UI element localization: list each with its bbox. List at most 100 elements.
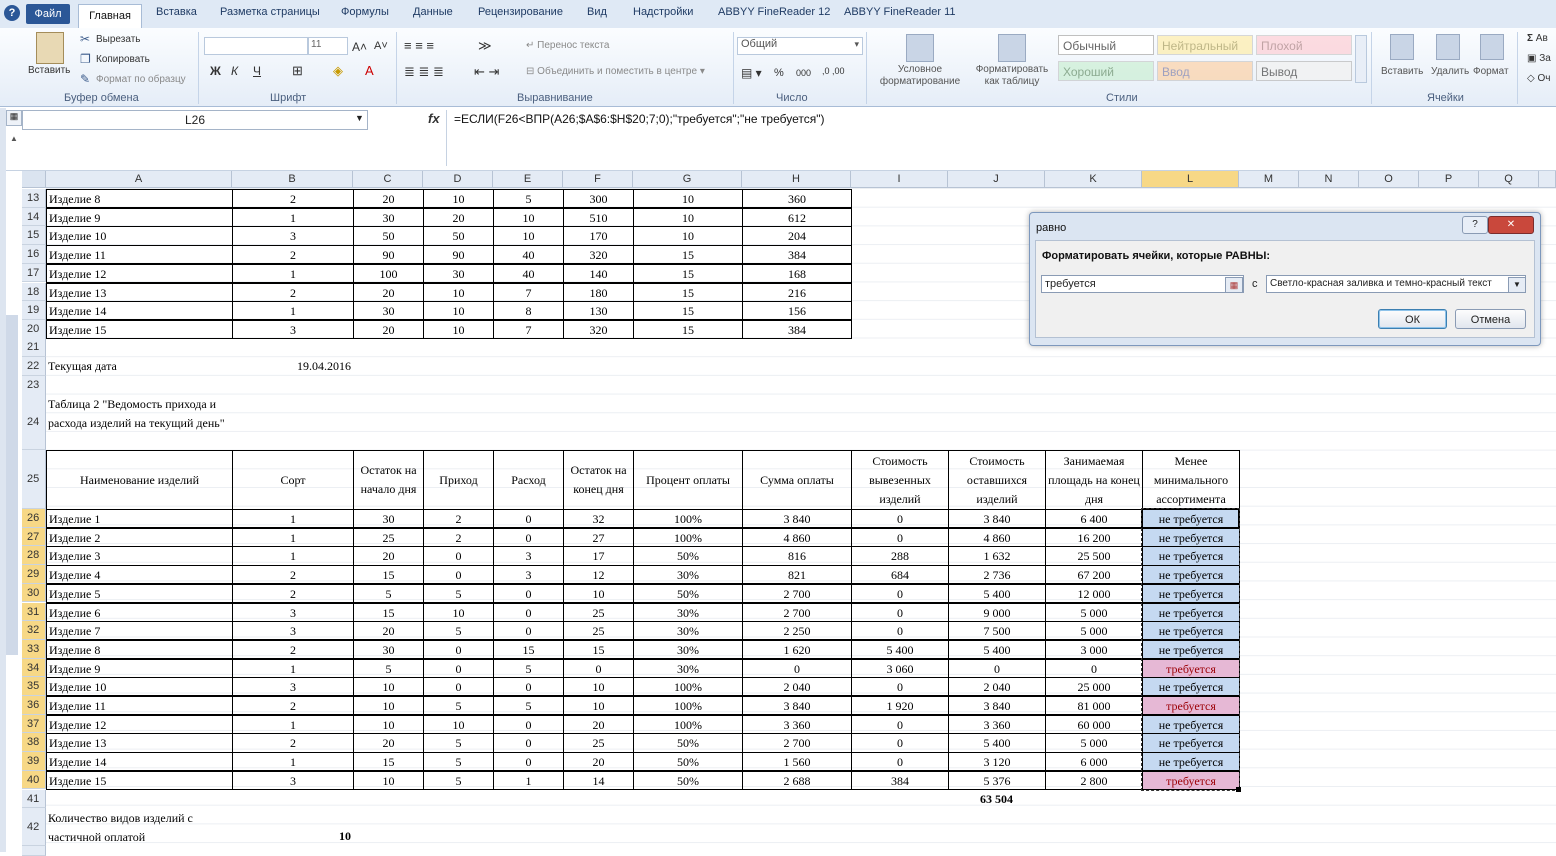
table-cell[interactable]: 0	[742, 658, 852, 678]
table-cell[interactable]: 0	[493, 602, 564, 622]
table-cell[interactable]: 4 860	[948, 527, 1046, 547]
table-cell[interactable]: 3	[493, 546, 564, 566]
table-cell[interactable]: 684	[851, 565, 949, 585]
table-cell[interactable]: 0	[493, 733, 564, 753]
table-cell[interactable]: 2 250	[742, 621, 852, 641]
row-header[interactable]: 41	[22, 789, 46, 809]
table-cell-name[interactable]: Изделие 9	[46, 207, 233, 227]
table-cell[interactable]: 30	[353, 509, 424, 529]
table-cell[interactable]: 0	[948, 658, 1046, 678]
table-cell[interactable]: 320	[563, 245, 634, 265]
chevron-down-icon[interactable]: ▼	[1508, 277, 1526, 293]
table-cell-name[interactable]: Изделие 10	[46, 226, 233, 246]
table-cell[interactable]: 15	[633, 319, 743, 340]
table-cell[interactable]: 5 400	[948, 733, 1046, 753]
partial-payment-label[interactable]: Количество видов изделий с частичной опл…	[46, 809, 232, 846]
table-cell[interactable]: 3	[232, 677, 354, 697]
table-cell[interactable]: 156	[742, 301, 852, 321]
column-heading[interactable]: Приход	[423, 450, 494, 510]
table-cell[interactable]: 30	[353, 639, 424, 660]
table-cell[interactable]: 1 620	[742, 639, 852, 660]
table-cell[interactable]: 0	[493, 583, 564, 603]
table-cell[interactable]: 50%	[633, 583, 743, 603]
row-header[interactable]: 15	[22, 226, 46, 246]
spreadsheet-grid[interactable]: A B C D E F G H I J K L M N O P Q 13 Изделие 8 2 20 10 5 300 10 3…	[0, 0, 1556, 856]
table-cell[interactable]: 2 040	[948, 677, 1046, 697]
table-cell[interactable]: 0	[851, 527, 949, 547]
table-cell[interactable]: 50%	[633, 770, 743, 790]
column-header-g[interactable]: G	[633, 171, 742, 188]
table-cell[interactable]: 0	[563, 658, 634, 678]
table-cell[interactable]: 0	[851, 752, 949, 772]
table-cell[interactable]: 3 840	[742, 696, 852, 716]
table-cell[interactable]: 25	[563, 602, 634, 622]
column-header-f[interactable]: F	[563, 171, 633, 188]
table-cell[interactable]: 25	[563, 733, 634, 753]
partial-payment-count[interactable]: 10	[232, 827, 353, 846]
table-cell[interactable]: 2	[232, 639, 354, 660]
table-cell[interactable]: 10	[353, 696, 424, 716]
table-cell[interactable]: 15	[353, 602, 424, 622]
row-header[interactable]: 14	[22, 207, 46, 227]
table-cell[interactable]: 1	[232, 527, 354, 547]
table-cell[interactable]: 288	[851, 546, 949, 566]
cancel-button[interactable]: Отмена	[1455, 309, 1526, 329]
table-cell[interactable]: 20	[353, 733, 424, 753]
row-header[interactable]: 21	[22, 338, 46, 357]
table-cell[interactable]: 1	[232, 207, 354, 227]
table-cell[interactable]: 2 700	[742, 602, 852, 622]
table-cell[interactable]: 5 400	[851, 639, 949, 660]
row-header[interactable]: 13	[22, 189, 46, 208]
table-cell[interactable]: 10	[563, 677, 634, 697]
table-cell-name[interactable]: Изделие 6	[46, 602, 233, 622]
table-cell[interactable]: 5 000	[1045, 602, 1143, 622]
table-cell[interactable]: 25	[563, 621, 634, 641]
table-cell[interactable]: 0	[851, 509, 949, 529]
table-cell[interactable]: 30%	[633, 621, 743, 641]
table-cell[interactable]: 10	[493, 207, 564, 227]
table-cell[interactable]: 10	[353, 714, 424, 734]
table-cell[interactable]: 1	[232, 263, 354, 283]
row-header[interactable]: 25	[22, 450, 46, 509]
table-cell[interactable]: 100%	[633, 677, 743, 697]
table-cell[interactable]: 50%	[633, 733, 743, 753]
table-cell[interactable]: 90	[423, 245, 494, 265]
table-cell-name[interactable]: Изделие 13	[46, 282, 233, 302]
table-cell[interactable]: 12	[563, 565, 634, 585]
column-heading[interactable]: Наименование изделий	[46, 450, 233, 510]
table-cell[interactable]: 30%	[633, 565, 743, 585]
table-cell[interactable]: 8	[493, 301, 564, 321]
table-cell[interactable]: 20	[563, 752, 634, 772]
table-cell[interactable]: 2	[232, 696, 354, 716]
table-cell-name[interactable]: Изделие 11	[46, 245, 233, 265]
table-cell[interactable]: 16 200	[1045, 527, 1143, 547]
table-cell[interactable]: 4 860	[742, 527, 852, 547]
table-cell[interactable]: 3	[232, 770, 354, 790]
table-cell[interactable]: 5	[493, 658, 564, 678]
table-cell[interactable]: 0	[493, 527, 564, 547]
table-cell[interactable]: 5	[353, 658, 424, 678]
table-cell[interactable]: 2 800	[1045, 770, 1143, 790]
row-header[interactable]: 39	[22, 752, 46, 771]
column-header-n[interactable]: N	[1299, 171, 1359, 188]
column-header-j[interactable]: J	[948, 171, 1045, 188]
table-cell[interactable]: 10	[493, 226, 564, 246]
table-cell[interactable]: 10	[633, 189, 743, 209]
column-header-q[interactable]: Q	[1479, 171, 1539, 188]
column-heading[interactable]: Менее минимального ассортимента	[1142, 450, 1240, 510]
table-cell[interactable]: 170	[563, 226, 634, 246]
column-header-d[interactable]: D	[423, 171, 493, 188]
row-header[interactable]: 23	[22, 376, 46, 395]
table-cell[interactable]: 10	[563, 696, 634, 716]
table-cell[interactable]: 612	[742, 207, 852, 227]
column-heading[interactable]: Стоимость оставшихся изделий	[948, 450, 1046, 510]
table-cell[interactable]: 50%	[633, 752, 743, 772]
table-cell[interactable]: 3 360	[948, 714, 1046, 734]
table-cell-name[interactable]: Изделие 10	[46, 677, 233, 697]
row-header[interactable]: 38	[22, 733, 46, 753]
table-cell[interactable]: 30%	[633, 602, 743, 622]
column-header-p[interactable]: P	[1419, 171, 1479, 188]
table-cell[interactable]: 15	[353, 752, 424, 772]
column-header-i[interactable]: I	[851, 171, 948, 188]
table-cell[interactable]: 81 000	[1045, 696, 1143, 716]
